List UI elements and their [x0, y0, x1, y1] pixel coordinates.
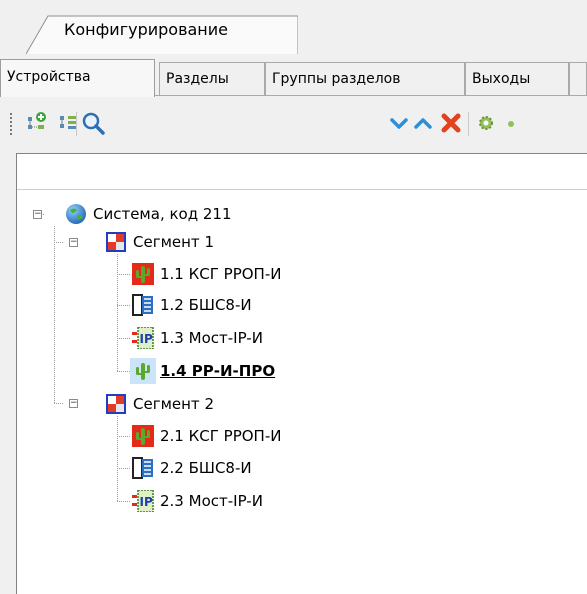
subtab-bar: Устройства Разделы Группы разделов Выход… — [0, 59, 587, 98]
move-up-icon[interactable] — [410, 110, 436, 136]
tree-node-label: 1.3 Мост-IP-И — [160, 329, 263, 347]
add-child-icon[interactable] — [56, 110, 82, 136]
tree-line — [117, 436, 131, 437]
search-icon[interactable] — [80, 110, 106, 136]
tab-label: Конфигурирование — [64, 20, 228, 39]
overflow-icon[interactable] — [497, 110, 514, 136]
svg-text:IP: IP — [140, 332, 153, 346]
tree-node-label: Система, код 211 — [93, 205, 232, 223]
tab-outputs[interactable]: Выходы — [465, 62, 569, 96]
device-tree-panel[interactable]: − Система, код 211 − Сегмент 1 1.1 КСГ Р… — [16, 153, 587, 594]
svg-text:IP: IP — [140, 495, 153, 509]
add-device-icon[interactable] — [24, 110, 50, 136]
tree-line — [117, 468, 131, 469]
collapse-segment-1-toggle[interactable]: − — [69, 238, 78, 247]
board-icon — [132, 294, 154, 316]
tree-node-label: 1.1 КСГ РРОП-И — [160, 265, 282, 283]
tree-node-label: Сегмент 2 — [133, 395, 214, 413]
tab-configuration[interactable]: Конфигурирование — [26, 14, 298, 54]
tree-node-label: 2.2 БШС8-И — [160, 459, 252, 477]
tree-line — [117, 305, 131, 306]
board-icon — [132, 457, 154, 479]
segment-icon — [105, 231, 127, 253]
tree-line — [117, 338, 131, 339]
tree-line — [117, 416, 118, 501]
tree-node-label: Сегмент 1 — [133, 233, 214, 251]
tree-node-label: 1.4 РР-И-ПРО — [160, 362, 276, 380]
ip-bridge-icon: IP — [132, 489, 154, 513]
ip-bridge-icon: IP — [132, 326, 154, 350]
tab-partition-groups-label: Группы разделов — [272, 71, 401, 87]
tree-line — [54, 226, 55, 403]
toolbar — [0, 100, 587, 150]
tab-devices-label: Устройства — [7, 69, 91, 85]
tree-line — [117, 254, 118, 371]
move-down-icon[interactable] — [386, 110, 412, 136]
tree-line — [117, 274, 131, 275]
tree-line — [117, 371, 131, 372]
cactus-red-icon — [132, 263, 154, 285]
delete-icon[interactable] — [438, 110, 464, 136]
globe-icon — [65, 203, 87, 225]
tree-line — [54, 242, 64, 243]
tree-node-label: 1.2 БШС8-И — [160, 296, 252, 314]
tree-line — [54, 403, 64, 404]
device-tree: − Система, код 211 − Сегмент 1 1.1 КСГ Р… — [17, 154, 587, 594]
tree-node-label: 2.1 КСГ РРОП-И — [160, 427, 282, 445]
tab-more[interactable] — [569, 62, 587, 96]
toolbar-grip[interactable] — [10, 113, 12, 135]
tab-partitions-label: Разделы — [166, 71, 229, 87]
tab-devices[interactable]: Устройства — [0, 59, 155, 97]
tree-node-label: 2.3 Мост-IP-И — [160, 492, 263, 510]
toolbar-separator-2 — [468, 112, 469, 136]
tab-partitions[interactable]: Разделы — [159, 62, 265, 96]
collapse-root-toggle[interactable]: − — [33, 210, 42, 219]
collapse-segment-2-toggle[interactable]: − — [69, 399, 78, 408]
tree-line — [117, 501, 131, 502]
cactus-icon — [132, 360, 154, 382]
segment-icon — [105, 393, 127, 415]
cactus-red-icon — [132, 425, 154, 447]
toolbar-separator — [76, 112, 77, 136]
tab-partition-groups[interactable]: Группы разделов — [265, 62, 465, 96]
tab-outputs-label: Выходы — [472, 71, 531, 87]
